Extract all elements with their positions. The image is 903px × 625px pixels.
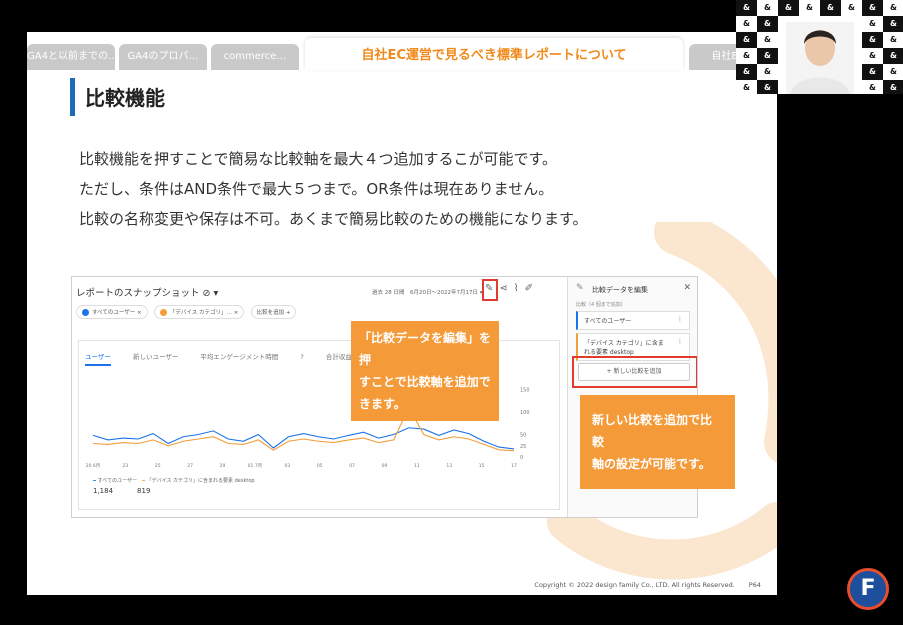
tab-commerce[interactable]: commerce…	[211, 44, 299, 70]
backdrop-tile: &	[862, 48, 883, 64]
backdrop-tile: &	[883, 48, 903, 64]
legend-value-1: 1,184	[93, 487, 114, 495]
section-tabs: GA4と以前までの… GA4のプロパ… commerce… 自社EC運営で見るべ…	[27, 38, 777, 70]
backdrop-tile: &	[757, 80, 778, 94]
callout-edit-compare: 「比較データを編集」を押 すことで比較軸を追加で きます。	[351, 321, 499, 421]
legend-series-1: すべてのユーザー	[97, 478, 137, 484]
backdrop-tile: &	[736, 32, 757, 48]
backdrop-tile: &	[736, 48, 757, 64]
tab-ga4-intro[interactable]: GA4と以前までの…	[27, 44, 115, 70]
series-line-1	[92, 427, 515, 450]
add-comparison-chip[interactable]: 比較を追加 +	[250, 305, 297, 319]
x-tick-label: 05	[317, 463, 323, 469]
backdrop-tile: &	[736, 16, 757, 32]
backdrop-tile: &	[820, 0, 841, 16]
body-line: 比較機能を押すことで簡易な比較軸を最大４つ追加するこが可能です。	[79, 150, 558, 168]
x-tick-label: 13	[446, 463, 452, 469]
backdrop-tile: &	[757, 48, 778, 64]
panel-title: 比較データを編集	[592, 286, 648, 294]
backdrop-tile: &	[778, 0, 799, 16]
tab-standard-reports[interactable]: 自社EC運営で見るべき標準レポートについて	[305, 38, 683, 70]
copyright: Copyright © 2022 design family Co., LTD.…	[534, 581, 735, 589]
highlight-compare-button	[482, 279, 498, 301]
date-range[interactable]: 過去 28 日間 6月20日～2022年7月17日 ▾	[372, 288, 483, 296]
body-text: 比較機能を押すことで簡易な比較軸を最大４つ追加するこが可能です。 ただし、条件は…	[79, 144, 588, 234]
x-tick-label: 25	[155, 463, 161, 469]
insights-icon[interactable]: ⌇	[514, 283, 525, 294]
title-accent-bar	[70, 78, 75, 116]
slide: GA4と以前までの… GA4のプロパ… commerce… 自社EC運営で見るべ…	[27, 32, 777, 595]
presenter-video: & & & & & & & & & & & & & & & & & & & & & & & & & & & &	[736, 0, 903, 94]
x-tick-label: 20 6月	[86, 463, 101, 469]
x-tick-label: 11	[414, 463, 420, 469]
backdrop-tile: &	[757, 16, 778, 32]
panel-subtitle: 比較（4 個まで追加）	[576, 302, 626, 308]
x-tick-label: 07	[349, 463, 355, 469]
legend-series-2: 「デバイス カテゴリ」に含まれる要素 desktop	[146, 478, 255, 484]
comparison-chips: すべてのユーザー × 「デバイス カテゴリ」… × 比較を追加 +	[76, 305, 300, 319]
snapshot-title: レポートのスナップショット ⊘ ▾	[76, 288, 219, 299]
backdrop-tile: &	[841, 0, 862, 16]
share-icon[interactable]: ⋖	[499, 283, 513, 294]
backdrop-tile: &	[883, 64, 903, 80]
x-tick-label: 17	[511, 463, 517, 469]
backdrop-tile: &	[736, 0, 757, 16]
design-family-logo: F	[847, 568, 889, 610]
callout-add-compare: 新しい比較を追加で比較 軸の設定が可能です。	[580, 395, 735, 489]
legend-value-2: 819	[137, 487, 151, 495]
backdrop-tile: &	[736, 64, 757, 80]
page-number: P64	[748, 581, 761, 589]
backdrop-tile: &	[862, 0, 883, 16]
highlight-add-comparison	[572, 356, 697, 388]
backdrop-tile: &	[757, 0, 778, 16]
more-icon[interactable]: ⋮	[677, 338, 683, 345]
body-line: 比較の名称変更や保存は不可。あくまで簡易比較のための機能になります。	[79, 210, 588, 228]
backdrop-tile: &	[757, 32, 778, 48]
x-tick-label: 15	[479, 463, 485, 469]
y-tick-label: 50	[520, 433, 526, 439]
customize-icon[interactable]: ✐	[525, 283, 539, 294]
x-tick-label: 03	[284, 463, 290, 469]
more-icon[interactable]: ⋮	[677, 316, 683, 323]
tab-ga4-property[interactable]: GA4のプロパ…	[119, 44, 207, 70]
slide-footer: Copyright © 2022 design family Co., LTD.…	[520, 581, 761, 589]
backdrop-tile: &	[757, 64, 778, 80]
x-tick-label: 09	[382, 463, 388, 469]
x-tick-label: 29	[220, 463, 226, 469]
backdrop-tile: &	[883, 16, 903, 32]
y-tick-label: 150	[520, 388, 530, 394]
backdrop-tile: &	[862, 64, 883, 80]
y-tick-label: 100	[520, 410, 530, 416]
backdrop-tile: &	[736, 80, 757, 94]
chip-device-category[interactable]: 「デバイス カテゴリ」… ×	[153, 305, 245, 319]
backdrop-tile: &	[883, 32, 903, 48]
backdrop-tile: &	[883, 80, 903, 94]
x-tick-label: 01 7月	[248, 463, 263, 469]
backdrop-tile: &	[862, 80, 883, 94]
edit-icon: ✎	[576, 283, 584, 293]
backdrop-tile: &	[862, 16, 883, 32]
page-title: 比較機能	[85, 86, 165, 110]
backdrop-tile: &	[862, 32, 883, 48]
y-tick-label: 25	[520, 444, 526, 450]
y-tick-label: 0	[520, 455, 523, 461]
x-tick-label: 23	[123, 463, 129, 469]
comparison-item-all-users[interactable]: すべてのユーザー ⋮	[576, 311, 690, 330]
chart-legend: ━ すべてのユーザー ━ 「デバイス カテゴリ」に含まれる要素 desktop …	[93, 478, 255, 495]
x-tick-label: 27	[187, 463, 193, 469]
backdrop-tile: &	[883, 0, 903, 16]
backdrop-tile: &	[799, 0, 820, 16]
close-icon[interactable]: ✕	[683, 283, 691, 293]
chip-all-users[interactable]: すべてのユーザー ×	[76, 305, 148, 319]
body-line: ただし、条件はAND条件で最大５つまで。OR条件は現在ありません。	[79, 180, 554, 198]
presenter-avatar	[786, 22, 854, 94]
